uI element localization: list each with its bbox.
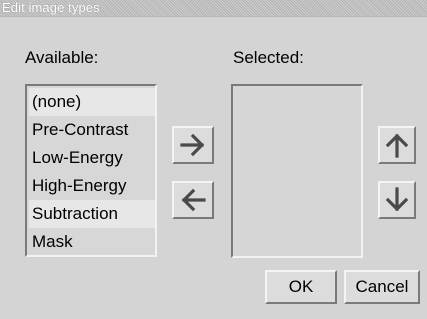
move-up-button[interactable]	[378, 126, 416, 164]
available-label: Available:	[25, 48, 99, 67]
list-item[interactable]: Subtraction	[29, 200, 155, 228]
arrow-right-icon	[180, 133, 205, 157]
arrow-up-icon	[385, 133, 409, 158]
edit-image-types-dialog: Edit image types Available: Selected: (n…	[0, 0, 427, 319]
list-item[interactable]: High-Energy	[29, 172, 155, 200]
arrow-down-icon	[385, 187, 409, 212]
move-down-button[interactable]	[378, 181, 416, 219]
available-list[interactable]: (none) Pre-Contrast Low-Energy High-Ener…	[25, 84, 157, 257]
add-button[interactable]	[172, 126, 214, 164]
cancel-button[interactable]: Cancel	[344, 270, 420, 304]
list-item[interactable]: Mask	[29, 228, 155, 256]
selected-list[interactable]	[231, 84, 363, 258]
remove-button[interactable]	[172, 181, 214, 219]
ok-button[interactable]: OK	[265, 270, 337, 304]
list-item[interactable]: (none)	[29, 88, 155, 116]
list-item[interactable]: Low-Energy	[29, 144, 155, 172]
title-bar[interactable]: Edit image types	[0, 0, 427, 17]
window-title: Edit image types	[2, 0, 100, 15]
selected-label: Selected:	[233, 48, 304, 67]
list-item[interactable]: Pre-Contrast	[29, 116, 155, 144]
arrow-left-icon	[181, 188, 206, 212]
